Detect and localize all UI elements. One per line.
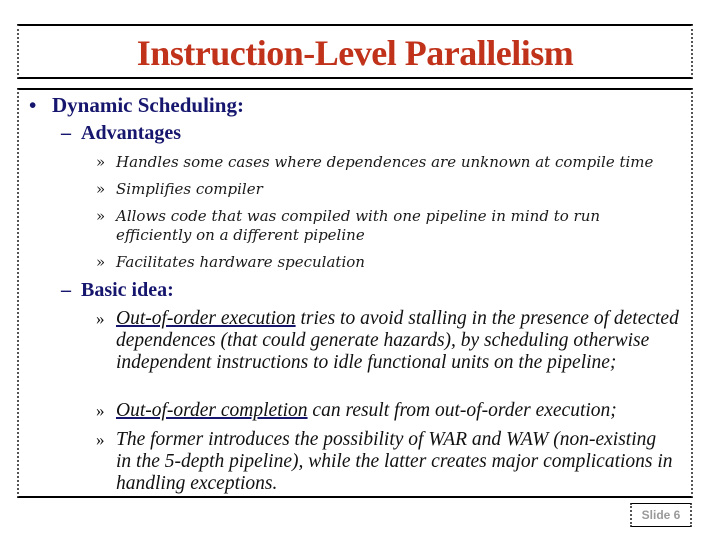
- basic-idea-item: » Out-of-order execution tries to avoid …: [96, 308, 696, 374]
- level1-item-dynamic-scheduling: • Dynamic Scheduling:: [29, 93, 244, 118]
- dash-icon: –: [61, 122, 71, 144]
- chevron-right-icon: »: [96, 253, 106, 271]
- content-box: • Dynamic Scheduling: – Advantages » Handl…: [17, 88, 693, 498]
- chevron-right-icon: »: [96, 309, 105, 328]
- basic-idea-item: » The former introduces the possibility …: [96, 429, 676, 495]
- advantage-text: Handles some cases where dependences are…: [116, 153, 654, 171]
- level2-item-advantages: – Advantages: [61, 122, 181, 145]
- slide-number: Slide 6: [630, 503, 692, 527]
- title-box: Instruction-Level Parallelism: [17, 24, 693, 79]
- advantage-text: Allows code that was compiled with one p…: [116, 207, 601, 244]
- level2-item-basic-idea: – Basic idea:: [61, 279, 174, 302]
- level2-text: Advantages: [81, 122, 182, 144]
- advantage-item: » Facilitates hardware speculation: [96, 253, 676, 272]
- chevron-right-icon: »: [96, 180, 106, 198]
- level1-text: Dynamic Scheduling:: [52, 93, 244, 117]
- dash-icon: –: [61, 279, 71, 301]
- basic-idea-text: The former introduces the possibility of…: [116, 429, 673, 494]
- advantage-text: Simplifies compiler: [116, 180, 263, 198]
- chevron-right-icon: »: [96, 153, 106, 171]
- chevron-right-icon: »: [96, 401, 105, 420]
- chevron-right-icon: »: [96, 430, 105, 449]
- advantage-text: Facilitates hardware speculation: [116, 253, 365, 271]
- level2-text: Basic idea:: [81, 279, 174, 301]
- slide-title: Instruction-Level Parallelism: [136, 33, 574, 73]
- advantage-item: » Allows code that was compiled with one…: [96, 207, 641, 245]
- basic-idea-text: can result from out-of-order execution;: [307, 400, 617, 421]
- chevron-right-icon: »: [96, 207, 106, 225]
- underlined-term: Out-of-order completion: [116, 400, 308, 421]
- advantage-item: » Handles some cases where dependences a…: [96, 153, 676, 172]
- underlined-term: Out-of-order execution: [116, 308, 296, 329]
- advantage-item: » Simplifies compiler: [96, 180, 676, 199]
- bullet-icon: •: [29, 93, 37, 117]
- basic-idea-item: » Out-of-order completion can result fro…: [96, 400, 696, 422]
